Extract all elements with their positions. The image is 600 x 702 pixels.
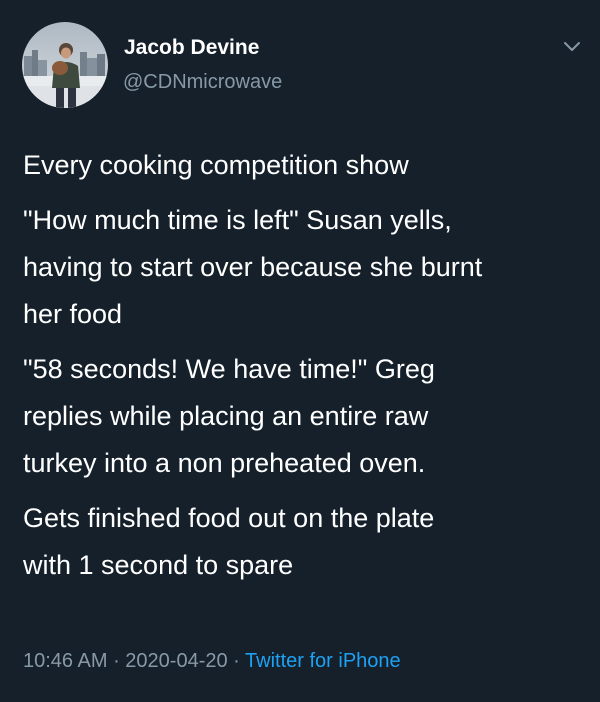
tweet-date: 2020-04-20 [125,650,228,672]
tweet-paragraph: "58 seconds! We have time!" Greg replies… [23,354,435,478]
tweet-meta: 10:46 AM · 2020-04-20 · Twitter for iPho… [23,650,401,673]
tweet-paragraph: "How much time is left" Susan yells, hav… [23,205,483,329]
tweet-time: 10:46 AM [23,650,108,672]
tweet-text: Every cooking competition show "How much… [23,142,583,597]
tweet-source-link[interactable]: Twitter for iPhone [245,650,401,672]
tweet-paragraph: Every cooking competition show [23,150,409,180]
meta-separator: · [227,650,246,672]
chevron-down-icon[interactable] [563,40,581,54]
avatar[interactable] [22,22,108,108]
avatar-photo-icon [22,22,108,108]
user-handle[interactable]: @CDNmicrowave [123,71,282,94]
meta-separator: · [107,650,126,672]
tweet-paragraph: Gets finished food out on the plate with… [23,503,435,580]
tweet-card: Jacob Devine @CDNmicrowave Every cooking… [0,0,600,702]
display-name[interactable]: Jacob Devine [124,36,259,60]
